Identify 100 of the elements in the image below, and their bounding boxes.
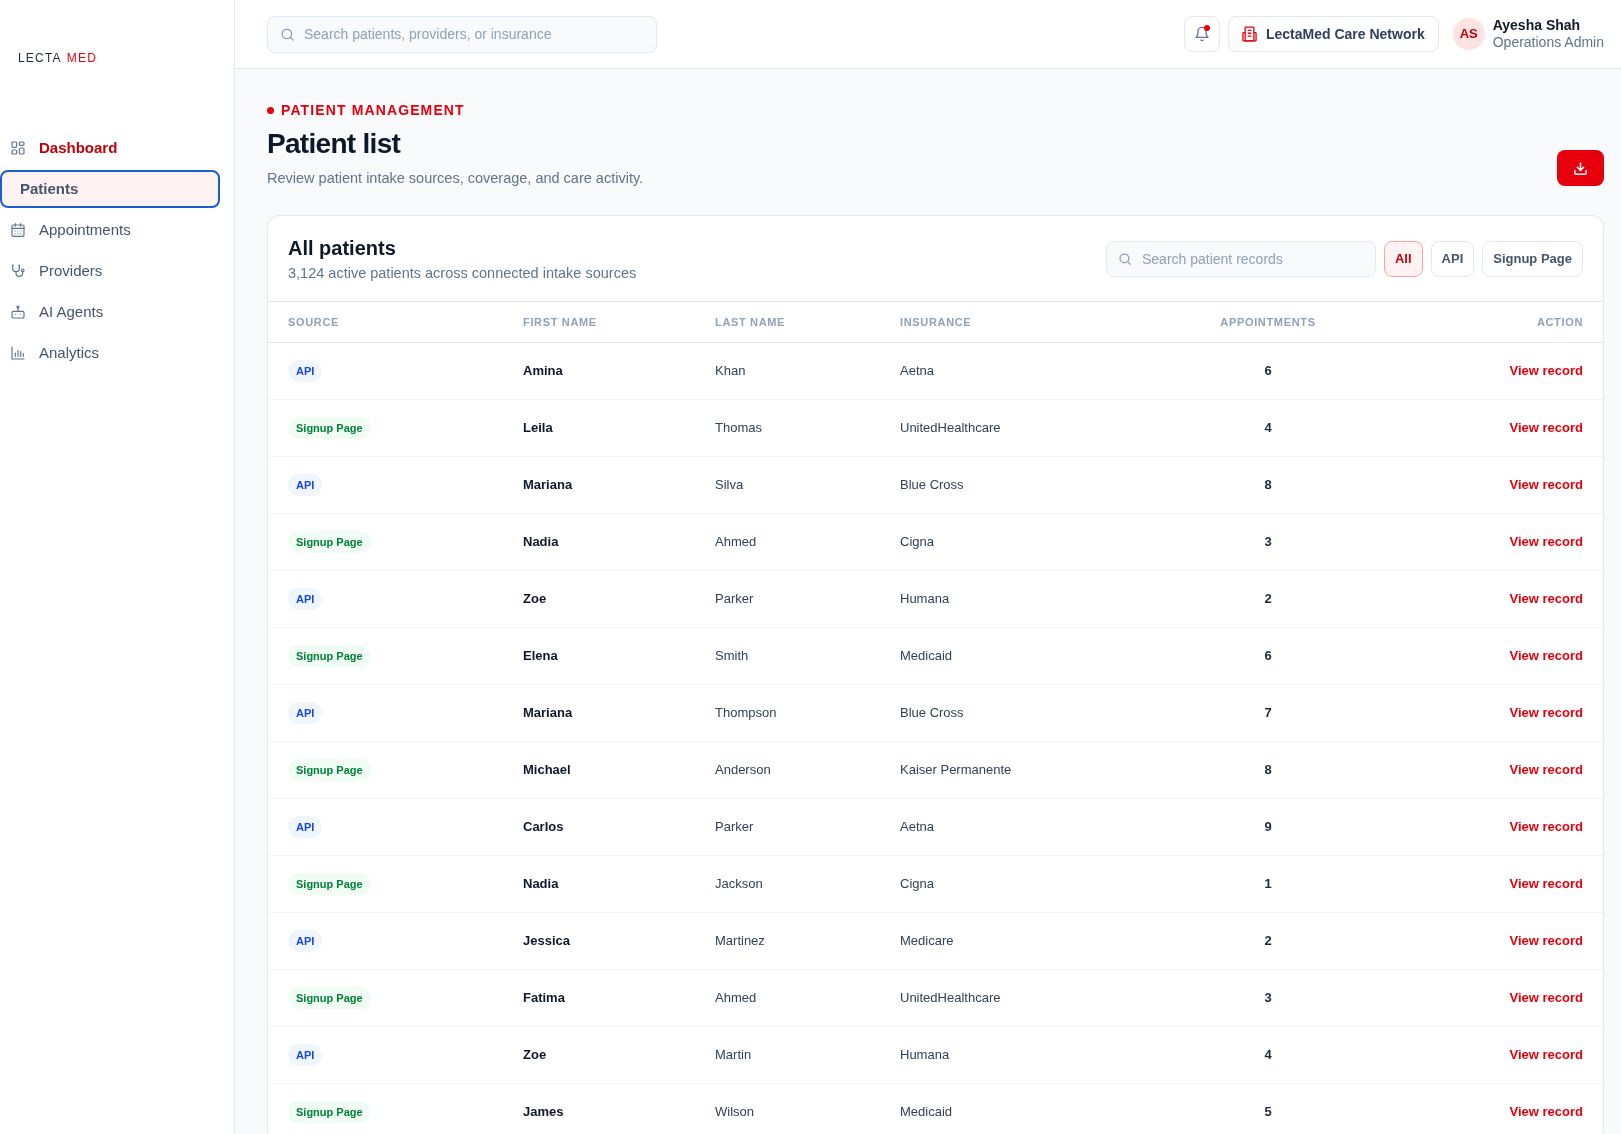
records-search-field[interactable]: Search patient records (1105, 240, 1376, 277)
first-name-cell-text: Jessica (523, 932, 571, 951)
organization-button[interactable]: LectaMed Care Network (1228, 16, 1439, 52)
view-record-link[interactable]: View record (1509, 475, 1583, 495)
last-name-cell-text: Anderson (715, 761, 772, 780)
bar-chart-icon (10, 345, 26, 361)
appointments-cell-text: 6 (1264, 362, 1272, 381)
filter-chip[interactable]: Signup Page (1482, 240, 1583, 277)
view-record-link[interactable]: View record (1509, 589, 1583, 609)
filter-chip[interactable]: All (1383, 240, 1423, 277)
first-name-cell-text: Fatima (523, 989, 566, 1008)
column-header: SOURCE (288, 314, 341, 330)
global-search-field[interactable]: Search patients, providers, or insurance (267, 15, 657, 53)
first-name-cell-text: Mariana (523, 476, 574, 495)
appointments-cell-text: 3 (1264, 533, 1272, 552)
view-record-link[interactable]: View record (1509, 988, 1583, 1008)
source-badge: API (288, 702, 323, 724)
view-record-link[interactable]: View record (1509, 1102, 1583, 1122)
view-record-link[interactable]: View record (1509, 817, 1583, 837)
user-name: Ayesha Shah (1492, 17, 1582, 34)
last-name-cell-text: Thomas (715, 419, 763, 438)
first-name-cell-text: Leila (523, 419, 554, 438)
insurance-cell-text: Blue Cross (900, 476, 965, 495)
insurance-cell-text: Humana (900, 590, 951, 609)
first-name-cell-text: Zoe (523, 1046, 548, 1065)
view-record-link[interactable]: View record (1509, 646, 1583, 666)
user-role: Operations Admin (1492, 34, 1604, 51)
filter-chip[interactable]: API (1430, 240, 1475, 277)
section-eyebrow: PATIENT MANAGEMENT (281, 100, 465, 120)
appointments-cell-text: 2 (1264, 590, 1272, 609)
view-record-link[interactable]: View record (1509, 418, 1583, 438)
first-name-cell-text: Elena (523, 647, 559, 666)
insurance-cell-text: Cigna (900, 533, 935, 552)
first-name-cell-text: Mariana (523, 704, 574, 723)
grid-icon (10, 140, 26, 156)
appointments-cell-text: 6 (1264, 647, 1272, 666)
page-subtitle: Review patient intake sources, coverage, and care activity. (267, 169, 644, 188)
column-header: FIRST NAME (523, 314, 598, 330)
insurance-cell-text: Aetna (900, 818, 935, 837)
first-name-cell-text: Nadia (523, 533, 560, 552)
source-badge: Signup Page (288, 531, 371, 553)
insurance-cell-text: Blue Cross (900, 704, 965, 723)
last-name-cell-text: Smith (715, 647, 750, 666)
robot-icon (10, 304, 26, 320)
last-name-cell-text: Ahmed (715, 533, 758, 552)
last-name-cell-text: Martinez (715, 932, 766, 951)
last-name-cell-text: Silva (715, 476, 745, 495)
insurance-cell-text: Aetna (900, 362, 935, 381)
appointments-cell-text: 3 (1264, 989, 1272, 1008)
view-record-link[interactable]: View record (1509, 532, 1583, 552)
logo[interactable]: LECTA MED (18, 50, 98, 66)
view-record-link[interactable]: View record (1509, 1045, 1583, 1065)
insurance-cell-text: UnitedHealthcare (900, 989, 1002, 1008)
first-name-cell-text: Amina (523, 362, 564, 381)
insurance-cell-text: Medicare (900, 932, 955, 951)
source-badge: API (288, 360, 323, 382)
source-badge: Signup Page (288, 645, 371, 667)
view-record-link[interactable]: View record (1509, 760, 1583, 780)
appointments-cell-text: 5 (1264, 1103, 1272, 1122)
bell-icon (1194, 26, 1210, 42)
appointments-cell-text: 2 (1264, 932, 1272, 951)
source-badge: API (288, 474, 323, 496)
last-name-cell-text: Parker (715, 590, 755, 609)
view-record-link[interactable]: View record (1509, 361, 1583, 381)
user-avatar[interactable]: AS (1452, 18, 1485, 50)
download-button[interactable] (1557, 150, 1604, 186)
view-record-link[interactable]: View record (1509, 931, 1583, 951)
appointments-cell-text: 7 (1264, 704, 1272, 723)
search-icon (280, 26, 295, 42)
insurance-cell-text: Kaiser Permanente (900, 761, 1013, 780)
source-badge: Signup Page (288, 1101, 371, 1123)
first-name-cell-text: Michael (523, 761, 572, 780)
card-subtitle: 3,124 active patients across connected intake sources (288, 263, 637, 283)
last-name-cell-text: Ahmed (715, 989, 758, 1008)
column-header: LAST NAME (715, 314, 787, 330)
last-name-cell-text: Martin (715, 1046, 753, 1065)
card-title: All patients (288, 235, 397, 261)
first-name-cell-text: Nadia (523, 875, 560, 894)
view-record-link[interactable]: View record (1509, 703, 1583, 723)
source-badge: Signup Page (288, 759, 371, 781)
column-header: INSURANCE (900, 314, 973, 330)
appointments-cell-text: 9 (1264, 818, 1272, 837)
source-badge: API (288, 816, 323, 838)
source-badge: API (288, 588, 323, 610)
first-name-cell-text: Zoe (523, 590, 548, 609)
appointments-cell-text: 4 (1264, 1046, 1272, 1065)
first-name-cell-text: James (523, 1103, 565, 1122)
last-name-cell-text: Parker (715, 818, 755, 837)
source-badge: API (288, 930, 323, 952)
view-record-link[interactable]: View record (1509, 874, 1583, 894)
building-icon (1242, 26, 1257, 42)
source-badge: Signup Page (288, 987, 371, 1009)
source-badge: API (288, 1044, 323, 1066)
calendar-icon (10, 222, 26, 238)
column-header: APPOINTMENTS (1219, 314, 1317, 330)
notifications-button[interactable] (1184, 16, 1220, 52)
page-title: Patient list (267, 127, 402, 161)
sidebar-nav-item[interactable]: Patients (0, 170, 220, 208)
appointments-cell-text: 8 (1264, 761, 1272, 780)
appointments-cell-text: 4 (1264, 419, 1272, 438)
